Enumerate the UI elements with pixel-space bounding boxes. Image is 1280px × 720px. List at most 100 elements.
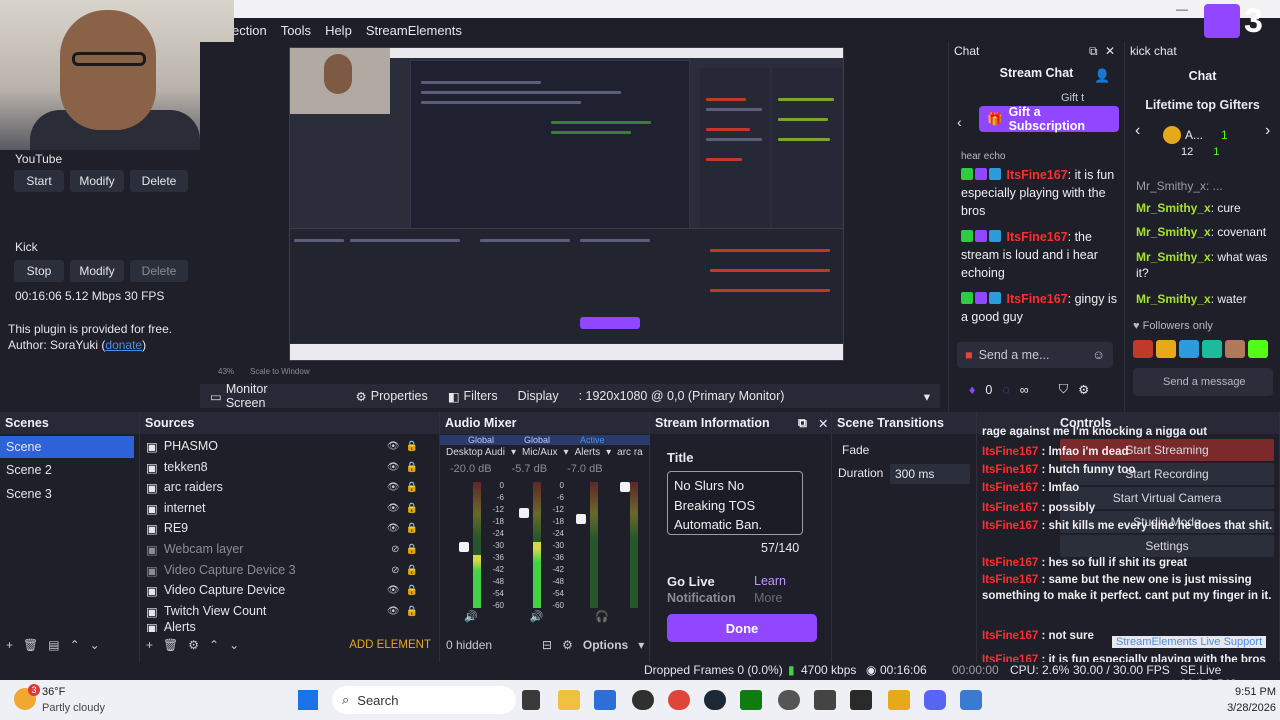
emote-icon[interactable] [1133, 340, 1153, 358]
source-item[interactable]: ▣ Video Capture Device 👁 🔒 [140, 580, 430, 600]
shield-icon[interactable]: ⛉ [1059, 382, 1068, 397]
float-icon[interactable]: ⧉ [1089, 44, 1098, 59]
lock-icon[interactable]: 🔒 [406, 606, 418, 617]
mixer-layout-icon[interactable]: ⊟ [542, 638, 552, 652]
points-icon[interactable]: ◌ [1002, 383, 1009, 397]
move-up-icon[interactable]: ⌃ [70, 638, 80, 652]
add-scene-icon[interactable]: + [6, 638, 13, 652]
source-item[interactable]: ▣ Webcam layer ⊘ 🔒 [140, 539, 430, 559]
lock-icon[interactable]: 🔒 [406, 441, 418, 452]
settings-button[interactable]: Settings [1060, 535, 1274, 557]
menu-streamelements[interactable]: StreamElements [366, 23, 462, 38]
kick-username[interactable]: Mr_Smithy_x [1136, 292, 1211, 306]
lock-icon[interactable]: 🔒 [406, 544, 418, 555]
lock-icon[interactable]: 🔒 [406, 585, 418, 596]
move-down-icon[interactable]: ⌄ [90, 638, 100, 652]
source-item[interactable]: ▣ tekken8 👁 🔒 [140, 457, 430, 477]
bits-icon[interactable]: ♦ [969, 383, 975, 397]
eye-icon[interactable]: 👁 [387, 585, 400, 596]
source-item[interactable]: ▣ Alerts [140, 620, 430, 632]
stream-title-input[interactable]: No Slurs No Breaking TOS Automatic Ban. [667, 471, 803, 535]
windows-start-icon[interactable] [298, 690, 318, 710]
options-button[interactable]: Options [583, 638, 628, 652]
eye-hidden-icon[interactable]: ⊘ [391, 544, 399, 555]
menu-scene-collection[interactable]: ection [232, 23, 267, 38]
gift-subscription-button[interactable]: 🎁 Gift a Subscription [979, 105, 1119, 133]
scene-item[interactable]: Scene 2 [0, 459, 134, 481]
source-item[interactable]: ▣ arc raiders 👁 🔒 [140, 477, 430, 497]
source-item[interactable]: ▣ internet 👁 🔒 [140, 498, 430, 518]
mixer-tab[interactable]: Active [580, 435, 605, 445]
weather-widget[interactable]: 3 36°F Partly cloudy [14, 684, 124, 716]
settings-gear-icon[interactable]: ⚙ [1078, 382, 1089, 397]
eye-hidden-icon[interactable]: ⊘ [391, 565, 399, 576]
discord-icon[interactable] [924, 690, 946, 710]
duration-input[interactable]: 300 ms [890, 464, 970, 484]
menu-tools[interactable]: Tools [281, 23, 311, 38]
chat-send-input[interactable]: ■ Send a me... ☺ [957, 342, 1113, 368]
close-icon[interactable]: ✕ [1105, 44, 1115, 58]
lock-icon[interactable]: 🔒 [406, 523, 418, 534]
chrome-icon[interactable] [668, 690, 690, 710]
lock-icon[interactable]: 🔒 [406, 462, 418, 473]
properties-button[interactable]: ⚙ Properties [346, 384, 438, 408]
volume-fader[interactable] [576, 514, 586, 524]
epic-games-icon[interactable] [850, 690, 872, 710]
steam-icon[interactable] [704, 690, 726, 710]
emote-icon[interactable] [1225, 340, 1245, 358]
hidden-count[interactable]: 0 hidden [446, 638, 492, 652]
app-icon[interactable] [888, 690, 910, 710]
float-icon[interactable]: ⧉ [798, 416, 807, 431]
scene-filter-icon[interactable]: ▤ [48, 638, 59, 652]
app-icon[interactable] [778, 690, 800, 710]
volume-icon[interactable]: 🔊 [530, 610, 544, 623]
close-icon[interactable]: ✕ [818, 416, 828, 431]
eye-icon[interactable]: 👁 [387, 441, 400, 452]
task-view-icon[interactable] [522, 690, 540, 710]
kick-send-input[interactable]: Send a message [1133, 368, 1273, 396]
channel-name[interactable]: Mic/Aux [522, 447, 558, 458]
scene-item[interactable]: Scene 3 [0, 483, 134, 505]
clock[interactable]: 9:51 PM 3/28/2026 [1206, 684, 1276, 716]
transition-type-select[interactable]: Fade [837, 440, 972, 460]
volume-fader[interactable] [620, 482, 630, 492]
remove-scene-icon[interactable]: 🗑 [23, 638, 38, 652]
scene-item[interactable]: Scene [0, 436, 134, 458]
chevron-down-icon[interactable]: ▾ [511, 447, 516, 458]
kick-modify-button[interactable]: Modify [70, 260, 124, 282]
xbox-icon[interactable] [740, 690, 762, 710]
chat-username[interactable]: ItsFine167 [1006, 292, 1067, 306]
mixer-tab[interactable]: Global [468, 435, 494, 445]
donate-link[interactable]: donate [105, 338, 142, 352]
file-explorer-icon[interactable] [558, 690, 580, 710]
zoom-level[interactable]: 43% [218, 367, 234, 376]
source-item[interactable]: ▣ Twitch View Count 👁 🔒 [140, 601, 430, 621]
menu-help[interactable]: Help [325, 23, 352, 38]
volume-fader[interactable] [519, 508, 529, 518]
calculator-icon[interactable] [814, 690, 836, 710]
taskbar-search[interactable]: ⌕ Search [332, 686, 516, 714]
add-source-icon[interactable]: + [146, 638, 153, 652]
kick-username[interactable]: Mr_Smithy_x [1136, 250, 1211, 264]
store-icon[interactable] [594, 690, 616, 710]
scale-mode[interactable]: Scale to Window [250, 367, 310, 376]
lock-icon[interactable]: 🔒 [406, 565, 418, 576]
kick-username[interactable]: Mr_Smithy_x [1136, 201, 1211, 215]
volume-fader[interactable] [459, 542, 469, 552]
kick-delete-button[interactable]: Delete [130, 260, 188, 282]
emote-icon[interactable] [1156, 340, 1176, 358]
tray-icon[interactable] [960, 690, 982, 710]
channel-name[interactable]: Desktop Audi [446, 447, 505, 458]
kick-username[interactable]: Mr_Smithy_x [1136, 225, 1211, 239]
users-icon[interactable]: 👤 [1094, 68, 1110, 84]
chevron-down-icon[interactable]: ▾ [638, 638, 644, 652]
emote-icon[interactable] [1179, 340, 1199, 358]
mixer-settings-icon[interactable]: ⚙ [562, 638, 573, 652]
channel-name[interactable]: Alerts [575, 447, 601, 458]
chevron-left-icon[interactable]: ‹ [957, 114, 962, 130]
chat-username[interactable]: ItsFine167 [1006, 230, 1067, 244]
more-link[interactable]: More [754, 591, 782, 605]
headphones-icon[interactable]: 🎧 [595, 610, 609, 623]
remove-source-icon[interactable]: 🗑 [163, 638, 178, 652]
minimize-button[interactable]: — [1176, 2, 1188, 16]
